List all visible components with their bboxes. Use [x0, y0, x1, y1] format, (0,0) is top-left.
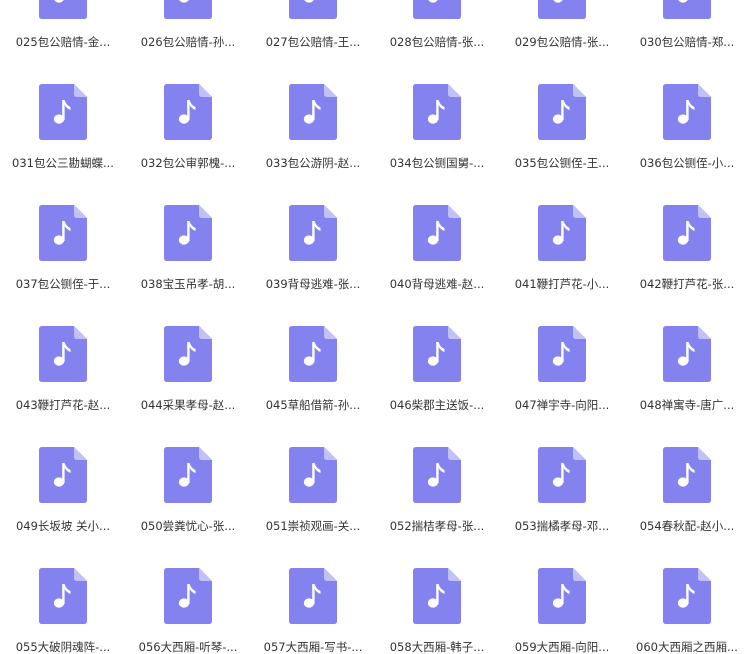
file-item[interactable]: 042鞭打芦花-张... [632, 163, 742, 291]
file-item[interactable]: 031包公三勘蝴蝶... [8, 42, 118, 170]
file-item[interactable]: 055大破阴魂阵-... [8, 526, 118, 654]
file-item[interactable]: 041鞭打芦花-小... [507, 163, 617, 291]
file-item[interactable]: 056大西厢-听琴-... [133, 526, 243, 654]
music-file-icon [289, 84, 337, 140]
music-file-icon [538, 0, 586, 19]
music-file-icon [39, 447, 87, 503]
file-item[interactable]: 038宝玉吊孝-胡... [133, 163, 243, 291]
file-item[interactable]: 040背母逃难-赵... [382, 163, 492, 291]
music-file-icon [164, 447, 212, 503]
file-item[interactable]: 046柴郡主送饭-... [382, 284, 492, 412]
file-name: 060大西厢之西厢... [636, 640, 738, 654]
music-file-icon [663, 205, 711, 261]
file-row: 055大破阴魂阵-... 056大西厢-听琴-... 057大西厢-写书-... 05… [0, 526, 750, 654]
file-row: 037包公铡侄-于... 038宝玉吊孝-胡... 039背母逃难-张... 040背… [0, 163, 750, 291]
music-file-icon [289, 568, 337, 624]
music-file-icon [413, 0, 461, 19]
file-item[interactable]: 032包公审郭槐-... [133, 42, 243, 170]
file-item[interactable]: 029包公赔情-张... [507, 0, 617, 49]
file-item[interactable]: 037包公铡侄-于... [8, 163, 118, 291]
file-item[interactable]: 025包公赔情-金... [8, 0, 118, 49]
music-file-icon [39, 568, 87, 624]
music-file-icon [289, 447, 337, 503]
music-file-icon [39, 0, 87, 19]
music-file-icon [39, 326, 87, 382]
music-file-icon [663, 0, 711, 19]
file-name: 058大西厢-韩子... [389, 640, 485, 654]
music-file-icon [164, 326, 212, 382]
music-file-icon [413, 205, 461, 261]
music-file-icon [289, 205, 337, 261]
file-item[interactable]: 048禅寓寺-唐广... [632, 284, 742, 412]
file-row: 043鞭打芦花-赵... 044采果孝母-赵... 045草船借箭-孙... 046柴… [0, 284, 750, 412]
file-item[interactable]: 039背母逃难-张... [258, 163, 368, 291]
music-file-icon [538, 326, 586, 382]
music-file-icon [663, 84, 711, 140]
music-file-icon [164, 84, 212, 140]
file-item[interactable]: 053揣橘孝母-邓... [507, 405, 617, 533]
music-file-icon [289, 326, 337, 382]
file-item[interactable]: 027包公赔情-王... [258, 0, 368, 49]
file-item[interactable]: 059大西厢-向阳... [507, 526, 617, 654]
file-item[interactable]: 060大西厢之西厢... [632, 526, 742, 654]
file-row: 025包公赔情-金... 026包公赔情-孙... 027包公赔情-王... 028包… [0, 0, 750, 49]
file-name: 055大破阴魂阵-... [15, 640, 111, 654]
file-name: 057大西厢-写书-... [263, 640, 363, 654]
file-item[interactable]: 049长坂坡 关小... [8, 405, 118, 533]
file-item[interactable]: 052揣桔孝母-张... [382, 405, 492, 533]
music-file-icon [413, 84, 461, 140]
file-item[interactable]: 057大西厢-写书-... [258, 526, 368, 654]
music-file-icon [164, 205, 212, 261]
music-file-icon [164, 568, 212, 624]
music-file-icon [39, 205, 87, 261]
file-item[interactable]: 036包公铡侄-小... [632, 42, 742, 170]
music-file-icon [538, 447, 586, 503]
file-row: 049长坂坡 关小... 050尝粪忧心-张... 051崇祯观画-关... 052揣… [0, 405, 750, 533]
file-item[interactable]: 033包公游阴-赵... [258, 42, 368, 170]
music-file-icon [663, 326, 711, 382]
music-file-icon [538, 205, 586, 261]
file-item[interactable]: 026包公赔情-孙... [133, 0, 243, 49]
music-file-icon [289, 0, 337, 19]
file-item[interactable]: 035包公铡侄-王... [507, 42, 617, 170]
music-file-icon [413, 326, 461, 382]
file-item[interactable]: 034包公铡国舅-... [382, 42, 492, 170]
file-item[interactable]: 044采果孝母-赵... [133, 284, 243, 412]
music-file-icon [663, 568, 711, 624]
music-file-icon [413, 447, 461, 503]
music-file-icon [663, 447, 711, 503]
file-item[interactable]: 058大西厢-韩子... [382, 526, 492, 654]
music-file-icon [164, 0, 212, 19]
file-row: 031包公三勘蝴蝶... 032包公审郭槐-... 033包公游阴-赵... 034包… [0, 42, 750, 170]
file-name: 056大西厢-听琴-... [138, 640, 238, 654]
music-file-icon [538, 568, 586, 624]
music-file-icon [39, 84, 87, 140]
file-item[interactable]: 050尝粪忧心-张... [133, 405, 243, 533]
file-item[interactable]: 030包公赔情-郑... [632, 0, 742, 49]
music-file-icon [538, 84, 586, 140]
file-item[interactable]: 045草船借箭-孙... [258, 284, 368, 412]
file-grid: 025包公赔情-金... 026包公赔情-孙... 027包公赔情-王... 028包… [0, 0, 750, 654]
file-item[interactable]: 043鞭打芦花-赵... [8, 284, 118, 412]
file-item[interactable]: 051崇祯观画-关... [258, 405, 368, 533]
file-item[interactable]: 047禅宇寺-向阳... [507, 284, 617, 412]
file-item[interactable]: 028包公赔情-张... [382, 0, 492, 49]
music-file-icon [413, 568, 461, 624]
file-item[interactable]: 054春秋配-赵小... [632, 405, 742, 533]
file-name: 059大西厢-向阳... [514, 640, 610, 654]
